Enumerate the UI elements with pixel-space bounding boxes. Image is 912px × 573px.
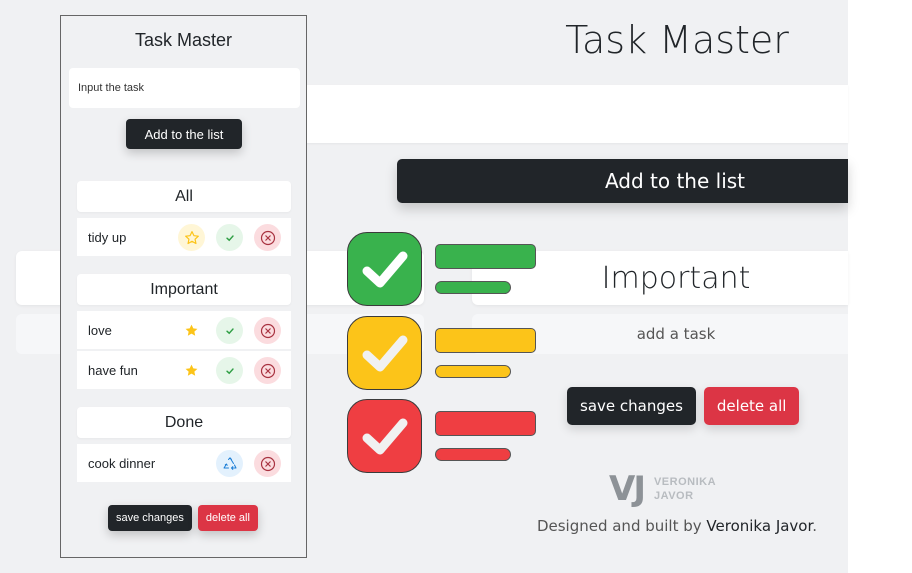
vj-logo: VJ VERONIKA JAVOR (609, 472, 716, 506)
credits-prefix: Designed and built by (536, 517, 707, 535)
mobile-add-button[interactable]: Add to the list (126, 119, 242, 149)
close-circle-icon[interactable] (254, 317, 281, 344)
page-title: Task Master (565, 18, 789, 62)
logo-text: VERONIKA JAVOR (654, 475, 716, 503)
green-check-box-icon (347, 232, 422, 306)
star-filled-icon[interactable] (178, 317, 205, 344)
task-list-illustration (346, 232, 538, 474)
illustration-line (435, 281, 511, 294)
mobile-delete-all-button[interactable]: delete all (197, 505, 258, 531)
check-icon[interactable] (216, 224, 243, 251)
illustration-line (435, 411, 536, 436)
star-filled-icon[interactable] (178, 357, 205, 384)
mobile-task-input[interactable]: Input the task (69, 68, 300, 108)
logo-line-2: JAVOR (653, 490, 694, 502)
illustration-row-red (346, 399, 538, 475)
yellow-check-box-icon (347, 316, 422, 390)
mobile-save-changes-button[interactable]: save changes (108, 505, 192, 531)
mobile-title: Task Master (134, 30, 233, 50)
task-item: tidy up (77, 218, 291, 256)
close-circle-icon[interactable] (254, 450, 281, 477)
credits: Designed and built by Veronika Javor. (472, 517, 882, 535)
section-title-done: Done (77, 407, 291, 438)
section-all: All tidy up (77, 181, 291, 256)
close-circle-icon[interactable] (254, 224, 281, 251)
illustration-row-green (346, 232, 538, 308)
delete-all-button[interactable]: delete all (703, 387, 800, 425)
save-changes-button[interactable]: save changes (567, 387, 696, 425)
check-icon[interactable] (216, 357, 243, 384)
action-buttons: save changes delete all (567, 387, 800, 425)
section-important: Important love have fun (77, 274, 291, 389)
illustration-line (435, 448, 511, 461)
section-title-all: All (77, 181, 291, 212)
task-item: have fun (77, 351, 291, 389)
section-title-important: Important (77, 274, 291, 305)
star-outline-icon[interactable] (178, 224, 205, 251)
task-input[interactable] (306, 85, 848, 143)
check-icon[interactable] (216, 317, 243, 344)
recycle-icon[interactable] (216, 450, 243, 477)
add-to-list-button[interactable]: Add to the list (397, 159, 848, 203)
illustration-line (435, 328, 536, 353)
task-item: cook dinner (77, 444, 291, 482)
close-circle-icon[interactable] (254, 357, 281, 384)
author-link[interactable]: Veronika Javor (706, 517, 812, 535)
red-check-box-icon (347, 399, 422, 473)
logo-line-1: VERONIKA (653, 476, 717, 488)
illustration-line (435, 365, 511, 378)
logo-mark: VJ (609, 469, 646, 509)
credits-suffix: . (812, 517, 818, 535)
mobile-action-buttons: save changes delete all (108, 505, 258, 531)
illustration-line (435, 244, 536, 269)
task-item: love (77, 311, 291, 349)
section-done: Done cook dinner (77, 407, 291, 482)
illustration-row-yellow (346, 316, 538, 392)
mobile-mockup: Task Master Input the task Add to the li… (60, 15, 307, 558)
